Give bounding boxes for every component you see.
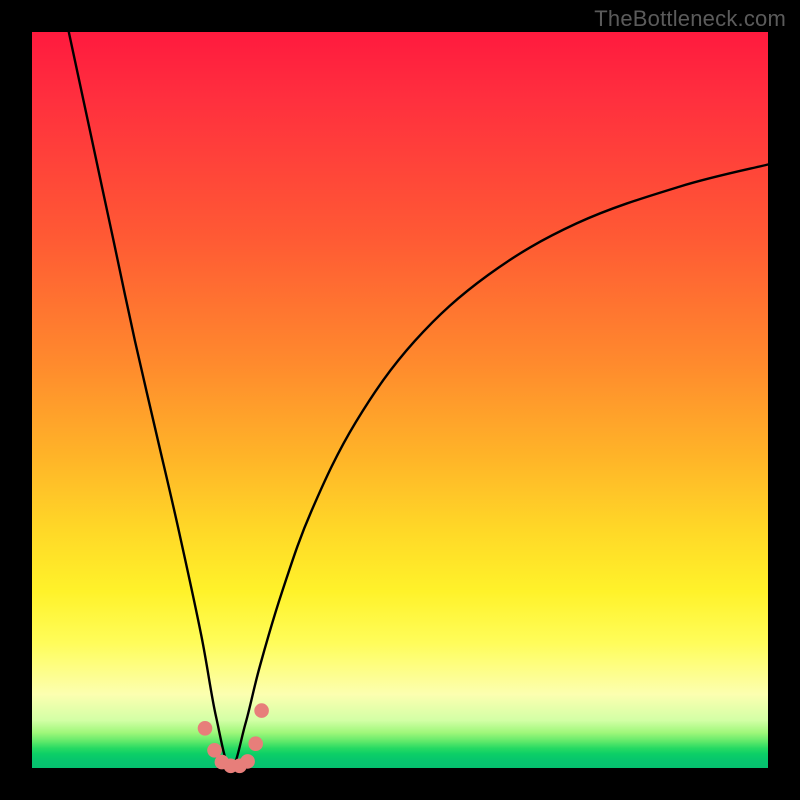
trough-marker <box>248 736 263 751</box>
bottleneck-curve <box>69 32 768 768</box>
chart-svg <box>32 32 768 768</box>
trough-markers-group <box>198 703 269 773</box>
chart-plot-area <box>32 32 768 768</box>
trough-marker <box>254 703 269 718</box>
watermark-text: TheBottleneck.com <box>594 6 786 32</box>
trough-marker <box>198 721 213 736</box>
trough-marker <box>240 754 255 769</box>
chart-frame: TheBottleneck.com <box>0 0 800 800</box>
